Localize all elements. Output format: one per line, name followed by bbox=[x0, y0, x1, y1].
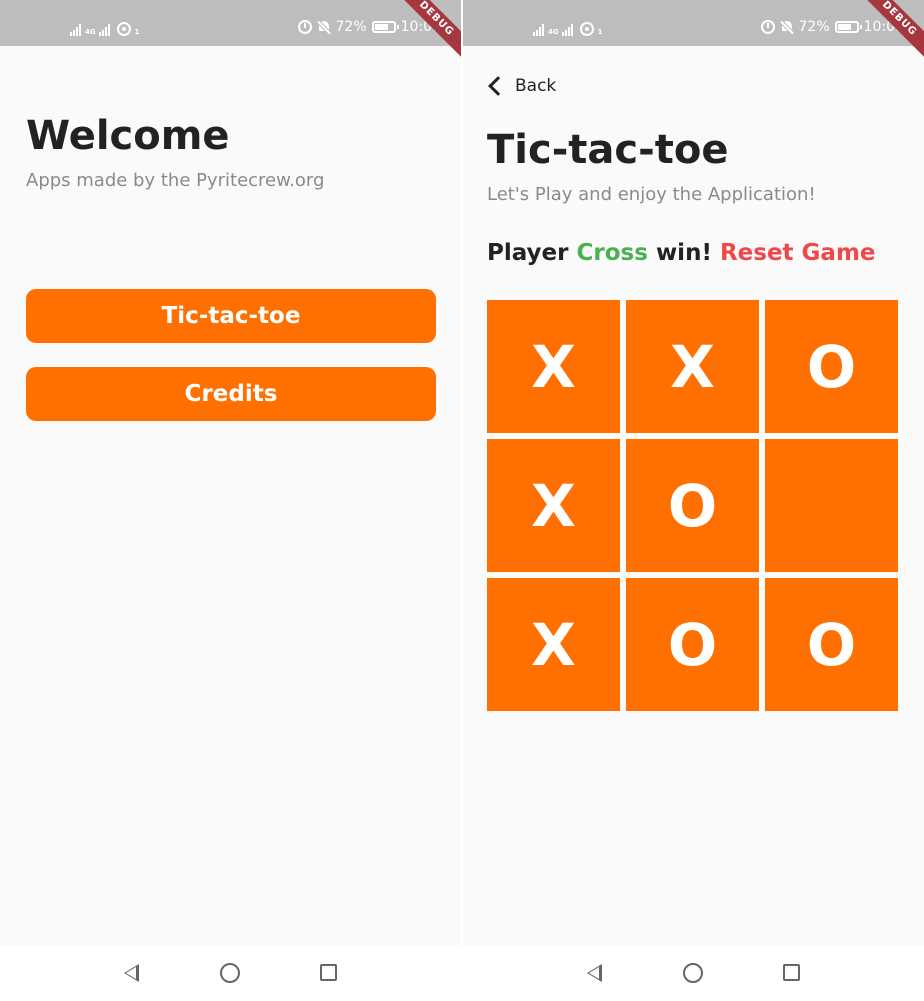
network-label: 4G bbox=[85, 28, 96, 36]
battery-icon bbox=[371, 21, 399, 33]
nav-back-icon[interactable] bbox=[587, 964, 602, 982]
board-cell[interactable]: X bbox=[487, 300, 620, 433]
status-bar: 4G 1 72% 10:01 DEBUG bbox=[463, 0, 924, 65]
hotspot-badge: 1 bbox=[134, 28, 140, 36]
status-prefix: Player bbox=[487, 240, 569, 266]
status-suffix: win! bbox=[655, 240, 712, 266]
chevron-left-icon bbox=[488, 76, 508, 96]
board-cell[interactable]: X bbox=[487, 578, 620, 711]
screenshot-stage: 4G 1 72% 10:01 DEBUG Welcome Apps made b… bbox=[0, 0, 924, 1001]
mute-icon bbox=[317, 20, 331, 34]
back-button[interactable]: Back bbox=[485, 72, 556, 100]
hotspot-icon bbox=[579, 22, 594, 36]
status-right: 72% 10:01 bbox=[760, 19, 904, 35]
signal-icon-2 bbox=[561, 24, 573, 36]
game-status: Player Cross win! Reset Game bbox=[487, 240, 876, 266]
status-right: 72% 10:01 bbox=[297, 19, 441, 35]
signal-icon bbox=[533, 24, 544, 36]
board-cell[interactable]: O bbox=[765, 578, 898, 711]
reset-game-link[interactable]: Reset Game bbox=[720, 240, 876, 266]
game-screen: 4G 1 72% 10:01 DEBUG Back Tic-tac-toe Le… bbox=[463, 0, 924, 1001]
board-cell[interactable]: O bbox=[765, 300, 898, 433]
battery-percent: 72% bbox=[335, 19, 367, 35]
mute-icon bbox=[780, 20, 794, 34]
nav-recents-icon[interactable] bbox=[783, 964, 800, 981]
status-left: 4G 1 bbox=[533, 18, 603, 36]
board-cell[interactable]: O bbox=[626, 439, 759, 572]
page-subtitle: Apps made by the Pyritecrew.org bbox=[26, 170, 325, 191]
board-cell[interactable]: X bbox=[626, 300, 759, 433]
hotspot-icon bbox=[116, 22, 131, 36]
battery-fill bbox=[374, 24, 388, 30]
page-subtitle: Let's Play and enjoy the Application! bbox=[487, 184, 816, 205]
page-title: Welcome bbox=[26, 113, 230, 159]
battery-fill bbox=[837, 24, 851, 30]
home-screen: 4G 1 72% 10:01 DEBUG Welcome Apps made b… bbox=[0, 0, 461, 1001]
hotspot-badge: 1 bbox=[597, 28, 603, 36]
status-bar: 4G 1 72% 10:01 DEBUG bbox=[0, 0, 461, 65]
nav-home-icon[interactable] bbox=[220, 963, 240, 983]
tic-tac-toe-button[interactable]: Tic-tac-toe bbox=[26, 289, 436, 343]
network-label: 4G bbox=[548, 28, 559, 36]
nav-home-icon[interactable] bbox=[683, 963, 703, 983]
page-title: Tic-tac-toe bbox=[487, 127, 729, 173]
nav-recents-icon[interactable] bbox=[320, 964, 337, 981]
board-cell[interactable]: X bbox=[487, 439, 620, 572]
alarm-icon bbox=[297, 20, 312, 34]
winner-name: Cross bbox=[576, 240, 648, 266]
board-cell[interactable] bbox=[765, 439, 898, 572]
nav-back-icon[interactable] bbox=[124, 964, 139, 982]
nav-bar bbox=[463, 946, 924, 1001]
nav-bar bbox=[0, 946, 461, 1001]
battery-percent: 72% bbox=[798, 19, 830, 35]
status-left: 4G 1 bbox=[70, 18, 140, 36]
credits-button[interactable]: Credits bbox=[26, 367, 436, 421]
alarm-icon bbox=[760, 20, 775, 34]
game-board: X X O X O X O O bbox=[487, 300, 898, 711]
battery-icon bbox=[834, 21, 862, 33]
signal-icon bbox=[70, 24, 81, 36]
back-label: Back bbox=[515, 76, 557, 96]
signal-icon-2 bbox=[98, 24, 110, 36]
board-cell[interactable]: O bbox=[626, 578, 759, 711]
